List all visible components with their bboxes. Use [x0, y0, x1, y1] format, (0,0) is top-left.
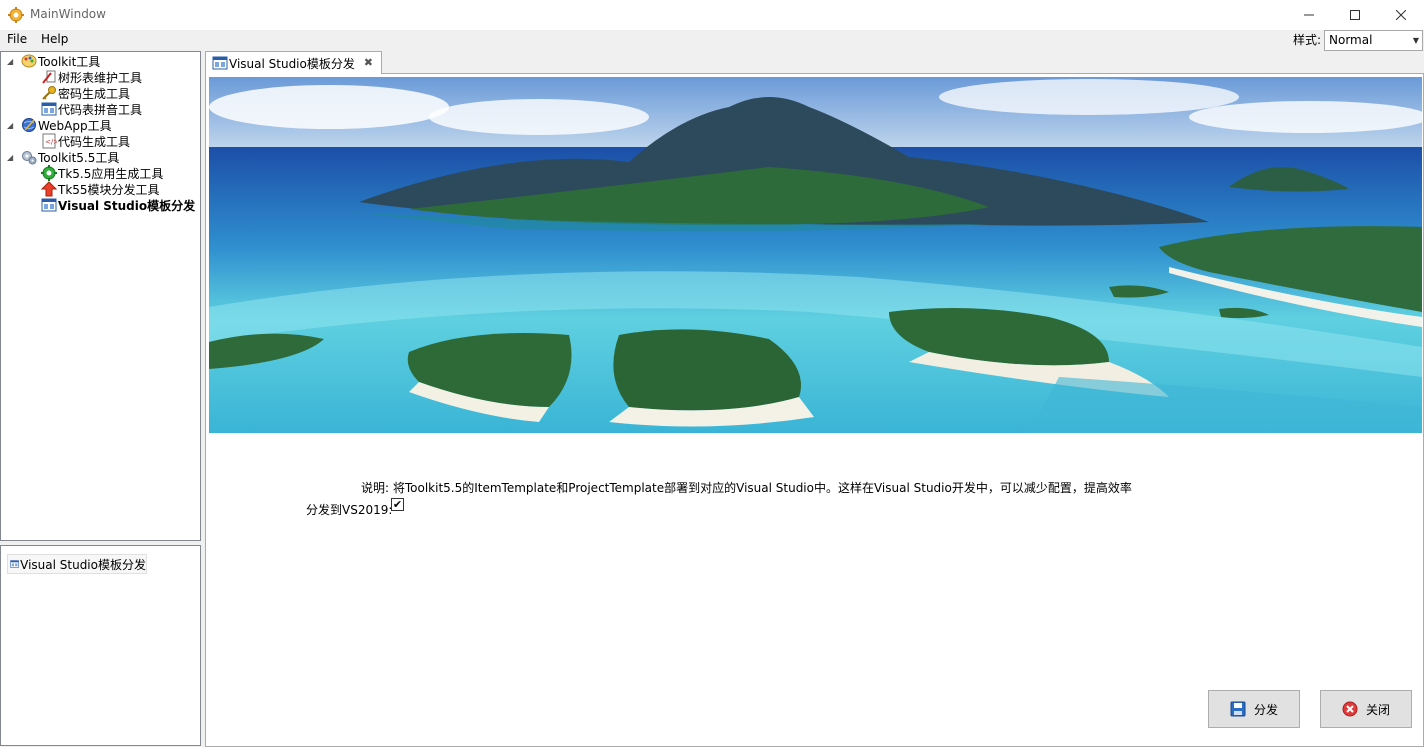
close-icon[interactable]: ✖ [364, 56, 373, 69]
svg-text:</>: </> [45, 138, 57, 146]
distribute-button[interactable]: 分发 [1208, 690, 1300, 728]
tree-label: 代码生成工具 [58, 134, 131, 149]
vs2019-checkbox[interactable]: ✔ [391, 498, 404, 511]
gear-icon [8, 7, 24, 23]
tab-label: Visual Studio模板分发 [229, 56, 355, 71]
recent-item-label: Visual Studio模板分发 [20, 557, 146, 572]
tree-node-webapp[interactable]: ◢ WebApp工具 [7, 117, 112, 133]
main-area: Visual Studio模板分发 ✖ 说明: 将Toolkit5.5的Item… [205, 51, 1424, 747]
tree-node-toolkit55[interactable]: ◢ Toolkit5.5工具 [7, 149, 119, 165]
title-bar: MainWindow [0, 0, 1424, 30]
tree-table-icon [42, 70, 56, 84]
chevron-down-icon: ▼ [1412, 36, 1419, 45]
style-select[interactable]: Normal ▼ [1324, 30, 1423, 51]
style-label: 样式: [1293, 33, 1322, 47]
tree-label: 密码生成工具 [58, 86, 131, 101]
banner-image [209, 77, 1422, 433]
tree-node-tk55-module[interactable]: Tk55模块分发工具 [41, 181, 160, 197]
close-icon [1396, 10, 1406, 20]
close-label: 关闭 [1365, 702, 1390, 717]
tree-label: Tk5.5应用生成工具 [58, 166, 164, 181]
tree-label: WebApp工具 [38, 118, 112, 133]
window-close-button[interactable] [1378, 0, 1424, 30]
window-title: MainWindow [30, 7, 106, 21]
description-text: 说明: 将Toolkit5.5的ItemTemplate和ProjectTemp… [361, 481, 1132, 495]
tab-content: 说明: 将Toolkit5.5的ItemTemplate和ProjectTemp… [205, 73, 1424, 747]
tree-label: 树形表维护工具 [58, 70, 143, 85]
vs2019-label: 分发到VS2019: [306, 503, 393, 517]
menu-help[interactable]: Help [37, 32, 72, 46]
tree-label: 代码表拼音工具 [58, 102, 143, 117]
window-icon [41, 198, 57, 212]
tree-node-pinyin[interactable]: 代码表拼音工具 [41, 101, 142, 117]
key-icon [42, 86, 56, 100]
green-gear-icon [41, 165, 57, 181]
recent-item-vs-template[interactable]: Visual Studio模板分发 [7, 554, 147, 574]
expander-icon[interactable]: ◢ [7, 153, 17, 162]
expander-icon[interactable]: ◢ [7, 57, 17, 66]
window-icon [212, 56, 228, 70]
tab-vs-template[interactable]: Visual Studio模板分发 ✖ [205, 51, 382, 74]
tree-node-tk55-app[interactable]: Tk5.5应用生成工具 [41, 165, 163, 181]
tree-label: Tk55模块分发工具 [58, 182, 160, 197]
tree-node-codegen[interactable]: </> 代码生成工具 [41, 133, 130, 149]
maximize-button[interactable] [1332, 0, 1378, 30]
tree-node-tree-table[interactable]: 树形表维护工具 [41, 69, 142, 85]
minimize-icon [1304, 14, 1314, 16]
menu-file[interactable]: File [3, 32, 31, 46]
maximize-icon [1350, 10, 1360, 20]
window-icon [41, 102, 57, 116]
tree-label: Toolkit5.5工具 [38, 150, 120, 165]
close-button[interactable]: 关闭 [1320, 690, 1412, 728]
tree-label: Visual Studio模板分发 [58, 198, 196, 213]
tree-node-toolkit[interactable]: ◢ Toolkit工具 [7, 53, 100, 69]
tool-tree[interactable]: ◢ Toolkit工具 树形表维护工具 密码生成工具 代码表拼音工具 ◢ Web… [0, 51, 201, 541]
code-doc-icon: </> [42, 133, 57, 149]
palette-icon [21, 54, 37, 68]
globe-icon [22, 118, 36, 132]
recent-panel: Visual Studio模板分发 [0, 545, 201, 746]
minimize-button[interactable] [1286, 0, 1332, 30]
window-icon [10, 560, 19, 568]
style-select-value: Normal [1329, 33, 1373, 47]
up-arrow-icon [41, 181, 57, 197]
close-circle-icon [1342, 701, 1358, 717]
tree-node-password[interactable]: 密码生成工具 [41, 85, 130, 101]
gears-icon [22, 151, 37, 165]
tree-label: Toolkit工具 [38, 54, 101, 69]
menu-bar: File Help 样式: Normal ▼ [0, 30, 1424, 51]
tree-node-vs-template[interactable]: Visual Studio模板分发 [41, 197, 195, 213]
save-icon [1230, 701, 1246, 717]
expander-icon[interactable]: ◢ [7, 121, 17, 130]
distribute-label: 分发 [1253, 702, 1278, 717]
